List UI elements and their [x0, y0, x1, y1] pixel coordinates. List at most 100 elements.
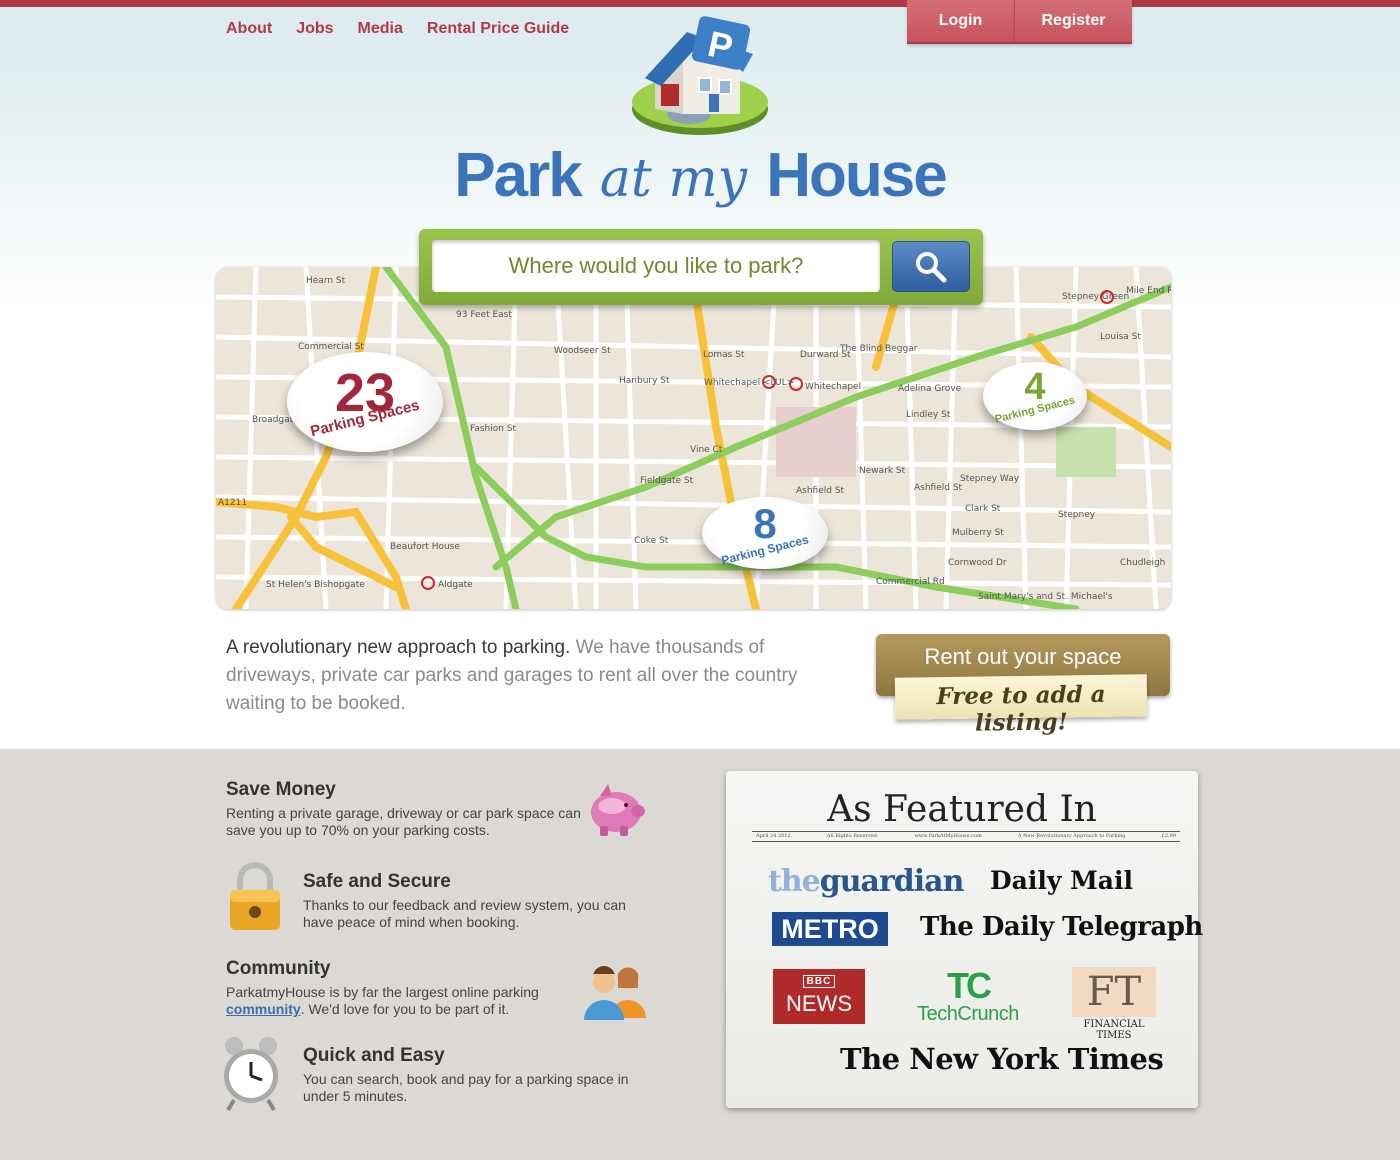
- map-label: Stepney Way: [960, 474, 1020, 484]
- intro-lead: A revolutionary new approach to parking.: [226, 637, 571, 658]
- map-label: Beaufort House: [390, 542, 460, 552]
- map-label: Stepney: [1058, 510, 1096, 520]
- map-label: Fieldgate St: [640, 476, 694, 486]
- feature-body-after: . We'd love for you to be part of it.: [300, 1001, 510, 1017]
- parking-count-bubble-4[interactable]: 4 Parking Spaces: [983, 362, 1087, 430]
- techcrunch-logo[interactable]: TC TechCrunch: [911, 965, 1025, 1026]
- guardian-the: the: [768, 864, 821, 899]
- map-label: Ashfield St: [796, 486, 845, 496]
- paper-meta-tagline: A New Revolutionary Approach to Parking: [1017, 833, 1126, 839]
- feature-body: ParkatmyHouse is by far the largest onli…: [226, 984, 586, 1018]
- map-label: Louisa St: [1100, 332, 1141, 342]
- map-label: Hanbury St: [619, 376, 670, 386]
- map-label: Commercial St: [298, 342, 364, 352]
- map-label: Chudleigh: [1120, 558, 1165, 568]
- paper-rule: [752, 831, 1180, 832]
- bbc-bottom: NEWS: [786, 991, 852, 1016]
- bbc-news-logo[interactable]: BBC NEWS: [773, 969, 865, 1024]
- feature-title: Save Money: [226, 779, 336, 800]
- map-label: Woodseer St: [554, 346, 611, 356]
- map-label: A1211: [218, 498, 247, 508]
- map-label: Coke St: [634, 536, 669, 546]
- map-label: Mile End Rd: [1126, 286, 1171, 296]
- map-label: Fashion St: [470, 424, 517, 434]
- people-icon: [582, 962, 652, 1025]
- map-label: Newark St: [859, 466, 906, 476]
- map-label: Saint Mary's and St. Michael's: [978, 592, 1113, 602]
- map-label: Stepney Green: [1062, 292, 1129, 302]
- map-label: Lomas St: [703, 350, 745, 360]
- bbc-top: BBC: [802, 975, 836, 988]
- feature-body: Renting a private garage, driveway or ca…: [226, 805, 581, 838]
- feature-body: You can search, book and pay for a parki…: [303, 1071, 629, 1104]
- piggy-bank-icon: [586, 778, 648, 845]
- feature-quick-and-easy: Quick and Easy You can search, book and …: [303, 1045, 643, 1105]
- map-label: Hearn St: [306, 276, 346, 286]
- search-bar: [419, 229, 983, 305]
- auth-buttons: Login Register: [907, 0, 1132, 44]
- map-label: Mulberry St: [952, 528, 1004, 538]
- feature-title: Community: [226, 958, 331, 979]
- map-label: The Blind Beggar: [839, 344, 918, 354]
- padlock-icon: [226, 860, 284, 937]
- magnifier-icon: [916, 251, 947, 282]
- map-label: Aldgate: [438, 580, 473, 590]
- map-label: Clark St: [965, 504, 1001, 514]
- map-label: Lindley St: [906, 410, 951, 420]
- paper-meta-date: April 24 2012: [756, 833, 791, 839]
- register-button[interactable]: Register: [1014, 0, 1132, 44]
- feature-body: Thanks to our feedback and review system…: [303, 897, 626, 930]
- nav-link-about[interactable]: About: [226, 20, 272, 38]
- intro-text: A revolutionary new approach to parking.…: [226, 634, 846, 718]
- map-label: Commercial Rd: [876, 577, 945, 587]
- parking-count-bubble-23[interactable]: 23 Parking Spaces: [287, 352, 443, 452]
- feature-body-before: ParkatmyHouse is by far the largest onli…: [226, 984, 539, 1000]
- community-link[interactable]: community: [226, 1001, 301, 1017]
- map-label: Cornwood Dr: [948, 558, 1007, 568]
- brand-script: at my: [599, 149, 748, 209]
- main-nav: About Jobs Media Rental Price Guide: [226, 20, 569, 38]
- feature-save-money: Save Money Renting a private garage, dri…: [226, 779, 586, 839]
- house-logo-icon[interactable]: P: [625, 14, 775, 139]
- featured-in-title: As Featured In: [827, 789, 1097, 830]
- metro-logo[interactable]: METRO: [772, 912, 888, 946]
- top-accent-bar: [0, 0, 1400, 7]
- the-guardian-logo[interactable]: theguardian: [768, 864, 965, 899]
- daily-telegraph-logo[interactable]: The Daily Telegraph: [920, 912, 1203, 942]
- free-listing-note[interactable]: Free to add a listing!: [894, 674, 1148, 737]
- ft-caption: FINANCIAL TIMES: [1083, 1019, 1145, 1041]
- map-label: 93 Feet East: [456, 310, 512, 320]
- guardian-word: guardian: [819, 864, 965, 899]
- new-york-times-logo[interactable]: The New York Times: [840, 1042, 1164, 1076]
- paper-meta-price: £2.99: [1161, 833, 1176, 839]
- nav-link-media[interactable]: Media: [358, 20, 403, 38]
- paper-meta-rights: All Rights Reserved.: [826, 833, 879, 839]
- map-label: St Helen's Bishopgate: [266, 580, 365, 590]
- feature-title: Quick and Easy: [303, 1045, 445, 1066]
- ft-mark: FT: [1072, 967, 1156, 1017]
- feature-community: Community ParkatmyHouse is by far the la…: [226, 958, 586, 1018]
- financial-times-logo[interactable]: FT FINANCIAL TIMES: [1069, 967, 1159, 1041]
- login-button[interactable]: Login: [907, 0, 1014, 44]
- map-label: Ashfield St: [914, 483, 963, 493]
- brand-part1: Park: [454, 141, 582, 210]
- map-label: Vine Ct: [690, 445, 723, 455]
- search-button[interactable]: [892, 241, 970, 292]
- parking-count-bubble-8[interactable]: 8 Parking Spaces: [702, 497, 828, 569]
- nav-link-jobs[interactable]: Jobs: [296, 20, 333, 38]
- feature-title: Safe and Secure: [303, 871, 451, 892]
- nav-link-rental-price-guide[interactable]: Rental Price Guide: [427, 20, 569, 38]
- paper-rule: [752, 841, 1180, 842]
- brand-wordmark[interactable]: Park at my House: [0, 140, 1400, 211]
- map-label: Whitechapel <LUL>: [704, 378, 794, 388]
- feature-safe-and-secure: Safe and Secure Thanks to our feedback a…: [303, 871, 633, 931]
- map-label: Whitechapel: [805, 382, 861, 392]
- brand-part2: House: [766, 141, 947, 210]
- alarm-clock-icon: [220, 1036, 282, 1117]
- techcrunch-mark: TC: [947, 965, 992, 1006]
- techcrunch-word: TechCrunch: [917, 1003, 1019, 1025]
- search-input[interactable]: [432, 240, 880, 292]
- paper-meta-site: www.ParkAtMyHouse.com: [914, 833, 982, 839]
- daily-mail-logo[interactable]: Daily Mail: [990, 866, 1133, 895]
- map-label: Adelina Grove: [898, 384, 962, 394]
